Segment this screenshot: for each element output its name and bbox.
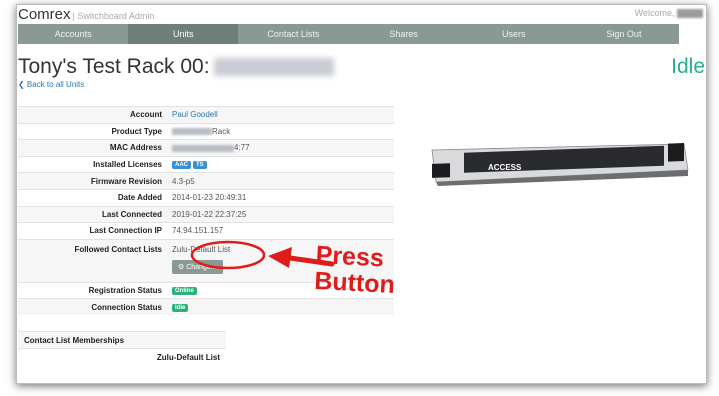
- redacted-value: [172, 144, 234, 152]
- registration-badge: Online: [172, 286, 197, 295]
- firmware-label: Firmware Revision: [18, 172, 167, 190]
- app-brand: Comrex | Switchboard Admin: [18, 6, 154, 23]
- date-added-label: Date Added: [18, 188, 167, 207]
- redacted-value: [172, 128, 212, 136]
- back-to-units-link[interactable]: ❮ Back to all Units: [18, 80, 84, 89]
- page-title: Tony's Test Rack 00:: [18, 55, 334, 79]
- row-connection: Connection Status Idle: [18, 298, 394, 316]
- nav-accounts[interactable]: Accounts: [18, 24, 128, 44]
- row-date-added: Date Added 2014-01-23 20:49:31: [18, 188, 394, 207]
- last-ip-value: 74.94.151.157: [167, 222, 394, 240]
- row-last-ip: Last Connection IP 74.94.151.157: [18, 222, 394, 240]
- row-last-connected: Last Connected 2019-01-22 22:37:25: [18, 205, 394, 223]
- device-brand: ACCESS: [488, 163, 522, 172]
- firmware-value: 4.3-p5: [167, 172, 394, 190]
- license-badge-ts: TS: [193, 160, 207, 169]
- account-link[interactable]: Paul Goodell: [172, 110, 218, 119]
- username-redacted: [677, 9, 703, 19]
- device-model: NX RACK: [490, 173, 506, 177]
- last-ip-label: Last Connection IP: [18, 222, 167, 240]
- connection-badge: Idle: [172, 303, 189, 312]
- page-title-text: Tony's Test Rack 00:: [18, 55, 210, 78]
- mac-label: MAC Address: [18, 139, 167, 157]
- annotation-line-2: Button: [313, 266, 396, 300]
- memberships-table: Contact List Memberships Zulu-Default Li…: [18, 331, 226, 366]
- row-licenses: Installed Licenses AAC TS: [18, 155, 394, 173]
- device-image: ACCESS NX RACK: [431, 143, 689, 186]
- date-added-value: 2014-01-23 20:49:31: [167, 188, 394, 207]
- brand-subtitle: | Switchboard Admin: [72, 11, 155, 21]
- welcome-text: Welcome,: [634, 8, 703, 19]
- membership-item: Zulu-Default List: [18, 348, 226, 366]
- welcome-label: Welcome,: [634, 8, 675, 18]
- nav-sign-out[interactable]: Sign Out: [569, 24, 679, 44]
- account-label: Account: [18, 106, 167, 124]
- change-lists-button[interactable]: ⚙ Change...: [172, 259, 223, 274]
- connection-label: Connection Status: [18, 298, 167, 316]
- press-button-annotation: Press Button: [313, 241, 397, 300]
- last-connected-label: Last Connected: [18, 205, 167, 223]
- row-mac: MAC Address 4:77: [18, 139, 394, 157]
- nav-units[interactable]: Units: [128, 24, 239, 44]
- licenses-label: Installed Licenses: [18, 155, 167, 173]
- license-badge-aac: AAC: [172, 160, 191, 169]
- nav-users[interactable]: Users: [459, 24, 569, 44]
- title-redacted: [213, 58, 334, 77]
- followed-lists-label: Followed Contact Lists: [18, 238, 167, 283]
- row-firmware: Firmware Revision 4.3-p5: [18, 172, 394, 190]
- mac-value: 4:77: [234, 143, 250, 153]
- nav-contact-lists[interactable]: Contact Lists: [238, 24, 348, 44]
- brand-name: Comrex: [18, 6, 71, 23]
- nav-shares[interactable]: Shares: [349, 24, 459, 44]
- product-type-label: Product Type: [18, 122, 167, 140]
- memberships-header: Contact List Memberships: [18, 331, 226, 349]
- main-nav: Accounts Units Contact Lists Shares User…: [18, 24, 679, 44]
- row-product-type: Product Type Rack: [18, 122, 394, 140]
- row-account: Account Paul Goodell: [18, 106, 394, 124]
- registration-label: Registration Status: [18, 281, 167, 299]
- last-connected-value: 2019-01-22 22:37:25: [167, 205, 394, 223]
- product-type-value: Rack: [212, 126, 231, 136]
- unit-status: Idle: [671, 55, 705, 78]
